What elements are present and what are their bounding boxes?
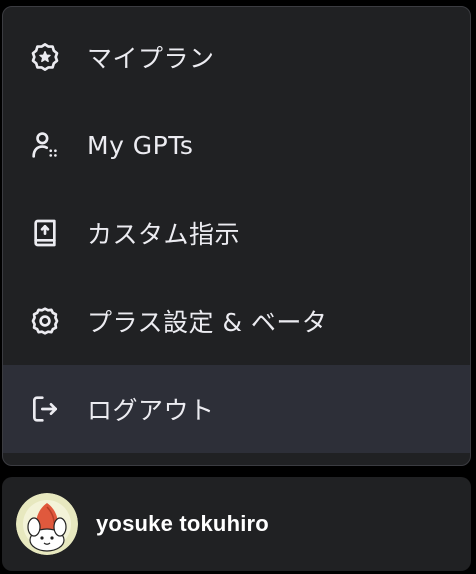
user-avatar (16, 493, 78, 555)
menu-item-logout[interactable]: ログアウト (3, 365, 470, 453)
menu-item-label: My GPTs (87, 130, 194, 160)
background-top-edge (0, 0, 476, 5)
menu-item-custom-instructions[interactable]: カスタム指示 (3, 189, 470, 277)
menu-item-label: カスタム指示 (87, 220, 241, 249)
account-menu: マイプラン My GPTs カスタム指示 プラス設定 & ベータ ログアウト (2, 6, 471, 466)
menu-item-settings-beta[interactable]: プラス設定 & ベータ (3, 277, 470, 365)
menu-item-my-plan[interactable]: マイプラン (3, 13, 470, 101)
custom-instructions-book-icon (27, 215, 63, 251)
gpts-user-icon (27, 127, 63, 163)
user-account-button[interactable]: yosuke tokuhiro (2, 477, 471, 571)
menu-item-label: プラス設定 & ベータ (87, 308, 328, 337)
menu-item-label: マイプラン (87, 44, 215, 73)
menu-item-label: ログアウト (87, 396, 215, 425)
menu-item-my-gpts[interactable]: My GPTs (3, 101, 470, 189)
settings-gear-icon (27, 303, 63, 339)
plan-star-icon (27, 39, 63, 75)
logout-icon (27, 391, 63, 427)
user-name: yosuke tokuhiro (96, 511, 269, 536)
